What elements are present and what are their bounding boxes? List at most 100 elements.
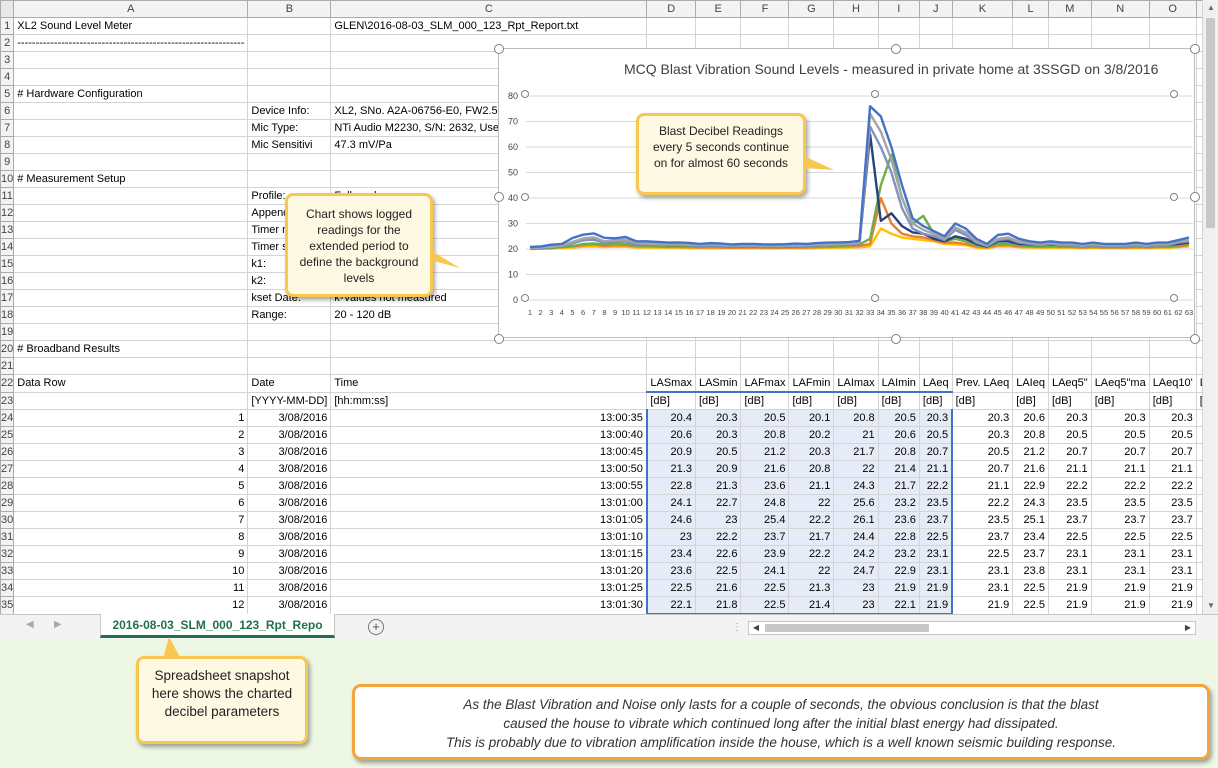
cell[interactable] [740, 17, 790, 35]
resize-handle[interactable] [1170, 90, 1178, 98]
cell[interactable]: 21.1 [1148, 460, 1197, 478]
cell[interactable]: 20.5 [918, 426, 954, 444]
cell[interactable]: 23.2 [877, 545, 920, 563]
cell[interactable] [740, 357, 790, 375]
cell[interactable] [788, 17, 835, 35]
cell[interactable]: 22.8 [645, 477, 696, 495]
row-header[interactable]: 2 [0, 34, 15, 52]
cell[interactable]: 20.9 [645, 443, 696, 461]
cell[interactable]: 3/08/2016 [247, 511, 332, 529]
cell[interactable]: 23.7 [740, 528, 790, 546]
cell[interactable]: 24.6 [645, 511, 696, 529]
resize-handle[interactable] [494, 44, 504, 54]
cell[interactable]: 21.9 [1090, 596, 1150, 614]
cell[interactable] [918, 357, 953, 375]
cell[interactable]: 23.1 [1047, 545, 1092, 563]
cell[interactable] [330, 357, 648, 375]
cell[interactable]: 21.1 [951, 477, 1014, 495]
cell[interactable]: 22.1 [645, 596, 696, 614]
row-header[interactable]: 11 [0, 187, 15, 205]
cell[interactable]: 13:01:25 [330, 579, 648, 597]
resize-handle[interactable] [494, 192, 504, 202]
cell[interactable]: 23.7 [1090, 511, 1150, 529]
cell[interactable]: 23.1 [1090, 545, 1150, 563]
cell[interactable]: 23.1 [1047, 562, 1092, 580]
cell[interactable]: 21.7 [788, 528, 835, 546]
cell[interactable] [247, 170, 332, 188]
cell[interactable]: 22.2 [788, 545, 835, 563]
cell[interactable]: 24.4 [833, 528, 879, 546]
column-header[interactable]: A [13, 0, 249, 18]
cell[interactable]: [dB] [1148, 391, 1197, 410]
cell[interactable]: 20.3 [788, 443, 835, 461]
row-header[interactable]: 19 [0, 323, 15, 341]
cell[interactable]: LAIeq [1012, 374, 1049, 393]
cell[interactable]: 13:01:15 [330, 545, 648, 563]
cell[interactable] [877, 17, 920, 35]
cell[interactable]: [dB] [951, 391, 1014, 410]
cell[interactable] [247, 34, 332, 52]
cell[interactable] [646, 357, 696, 375]
cell[interactable]: LAFmin [788, 374, 835, 393]
cell[interactable]: 3/08/2016 [247, 562, 332, 580]
cell[interactable]: [dB] [918, 391, 953, 410]
cell[interactable]: 12 [13, 596, 249, 614]
cell[interactable]: [dB] [1012, 391, 1049, 410]
cell[interactable]: 20.6 [645, 426, 696, 444]
cell[interactable] [330, 340, 648, 358]
cell[interactable] [13, 153, 249, 171]
cell[interactable]: 22.5 [951, 545, 1014, 563]
cell[interactable]: 22.5 [694, 562, 742, 580]
cell[interactable]: 23.8 [1012, 562, 1049, 580]
cell[interactable] [13, 187, 249, 205]
cell[interactable]: 23.1 [1090, 562, 1150, 580]
row-header[interactable]: 16 [0, 272, 15, 290]
cell[interactable]: 26.1 [833, 511, 879, 529]
cell[interactable]: 23.9 [740, 545, 790, 563]
cell[interactable]: LASmax [646, 374, 696, 393]
cell[interactable]: 20.7 [1148, 443, 1197, 461]
cell[interactable]: 23 [833, 579, 879, 597]
cell[interactable]: 20.3 [951, 409, 1014, 427]
cell[interactable] [13, 306, 249, 324]
cell[interactable] [833, 17, 879, 35]
cell[interactable]: 22.2 [1090, 477, 1150, 495]
cell[interactable] [788, 357, 835, 375]
cell[interactable]: 23.4 [645, 545, 696, 563]
blast-sound-level-chart[interactable]: MCQ Blast Vibration Sound Levels - measu… [494, 44, 1200, 344]
cell[interactable]: 13:01:20 [330, 562, 648, 580]
column-header[interactable]: K [951, 0, 1014, 18]
resize-handle[interactable] [521, 193, 529, 201]
cell[interactable]: 21.9 [1047, 596, 1092, 614]
cell[interactable]: 21.9 [918, 579, 954, 597]
cell[interactable] [13, 391, 249, 410]
cell[interactable]: 22.5 [1090, 528, 1150, 546]
cell[interactable]: 20.8 [877, 443, 920, 461]
cell[interactable]: 21.6 [740, 460, 790, 478]
cell[interactable]: 21.9 [1148, 596, 1197, 614]
cell[interactable]: 22 [788, 562, 835, 580]
cell[interactable]: 21.9 [877, 579, 920, 597]
cell[interactable]: Date [247, 374, 332, 393]
scroll-down-icon[interactable]: ▼ [1203, 598, 1218, 614]
cell[interactable]: 21.1 [1090, 460, 1150, 478]
cell[interactable] [247, 340, 332, 358]
cell[interactable]: 22.5 [918, 528, 954, 546]
vertical-scrollbar[interactable]: ▲ ▼ [1202, 0, 1218, 614]
cell[interactable]: 13:01:30 [330, 596, 648, 614]
cell[interactable] [951, 340, 1014, 358]
cell[interactable]: 21.1 [788, 477, 835, 495]
cell[interactable] [13, 255, 249, 273]
cell[interactable]: 25.1 [1012, 511, 1049, 529]
column-header[interactable]: G [788, 0, 835, 18]
resize-handle[interactable] [1190, 44, 1200, 54]
cell[interactable]: 24.7 [833, 562, 879, 580]
cell[interactable] [788, 340, 835, 358]
resize-handle[interactable] [521, 294, 529, 302]
column-header[interactable]: H [833, 0, 879, 18]
scroll-left-icon[interactable]: ◀ [749, 622, 763, 634]
cell[interactable]: 3/08/2016 [247, 477, 332, 495]
cell[interactable]: 20.5 [740, 409, 790, 427]
tab-next-icon[interactable]: ▶ [54, 619, 62, 630]
cell[interactable] [1090, 357, 1150, 375]
